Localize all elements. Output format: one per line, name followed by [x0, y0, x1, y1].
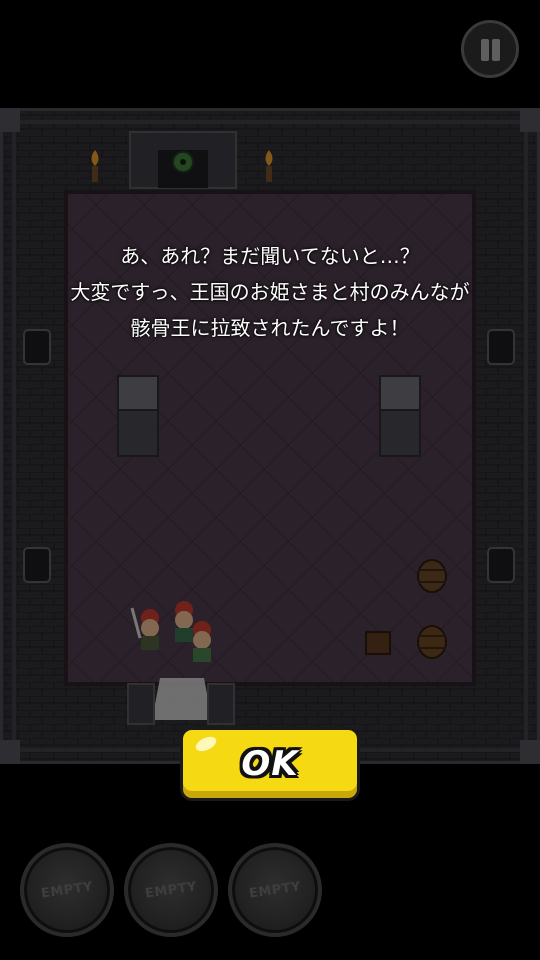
pause-button[interactable]: [461, 20, 519, 78]
dialog-line: 大変ですっ、王国のお姫さまと村のみんなが: [70, 280, 470, 304]
item-slot-1[interactable]: EMPTY: [20, 843, 114, 937]
dialog-text: あ、あれ？まだ聞いてないと…？ 大変ですっ、王国のお姫さまと村のみんなが 骸骨王…: [0, 238, 540, 346]
item-slot-2[interactable]: EMPTY: [124, 843, 218, 937]
item-slot-3[interactable]: EMPTY: [228, 843, 322, 937]
dim-overlay: [0, 108, 540, 764]
ok-button-label: OK: [241, 744, 299, 784]
item-slot-label: EMPTY: [144, 878, 198, 902]
item-slot-label: EMPTY: [40, 878, 94, 902]
item-slot-label: EMPTY: [248, 878, 302, 902]
pause-icon: [481, 39, 489, 61]
ok-button[interactable]: OK: [180, 727, 360, 801]
dialog-line: 骸骨王に拉致されたんですよ！: [130, 316, 410, 340]
dialog-line: あ、あれ？まだ聞いてないと…？: [120, 244, 420, 268]
